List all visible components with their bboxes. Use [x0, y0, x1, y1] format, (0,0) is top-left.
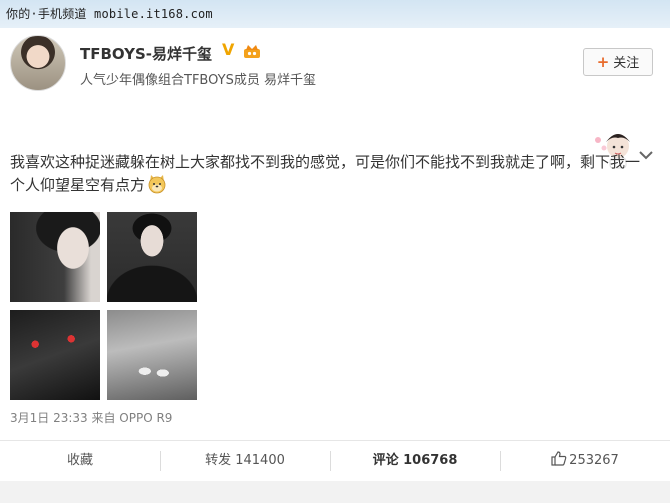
plus-icon: +: [596, 53, 610, 71]
like-count: 253267: [569, 453, 619, 468]
profile-bio: 人气少年偶像组合TFBOYS成员 易烊千玺: [80, 73, 316, 88]
watermark-text: 你的·手机频道 mobile.it168.com: [6, 7, 213, 21]
photo-thumbnail[interactable]: [10, 310, 100, 400]
profile-header: TFBOYS-易烊千玺 V 人气少年偶像组合TFBOYS成员 易烊千玺 + 关注: [0, 28, 670, 124]
avatar[interactable]: [10, 35, 66, 91]
comment-label: 评论 106768: [372, 453, 458, 468]
crown-icon: [244, 45, 260, 58]
favorite-button[interactable]: 收藏: [0, 441, 160, 481]
follow-label: 关注: [613, 56, 640, 71]
doge-emoji-icon: [148, 175, 166, 194]
bottom-bar: [0, 481, 670, 503]
thumbs-up-icon: [551, 451, 567, 466]
chevron-down-icon[interactable]: [639, 150, 653, 160]
photo-thumbnail[interactable]: [107, 212, 197, 302]
verified-badge-icon: V: [222, 40, 235, 59]
comment-button[interactable]: 评论 106768: [330, 441, 500, 481]
post-body: 我喜欢这种捉迷藏躲在树上大家都找不到我的感觉，可是你们不能找不到我就走了啊，剩下…: [10, 153, 641, 194]
like-button[interactable]: 253267: [500, 441, 670, 481]
photo-thumbnail[interactable]: [107, 310, 197, 400]
follow-button[interactable]: + 关注: [583, 48, 653, 76]
repost-label: 转发 141400: [205, 453, 285, 468]
photo-thumbnail[interactable]: [10, 212, 100, 302]
post-meta[interactable]: 3月1日 23:33 来自 OPPO R9: [10, 409, 172, 426]
watermark-banner: 你的·手机频道 mobile.it168.com: [0, 0, 670, 28]
favorite-label: 收藏: [66, 453, 93, 468]
profile-username[interactable]: TFBOYS-易烊千玺: [80, 43, 212, 64]
post-text: 我喜欢这种捉迷藏躲在树上大家都找不到我的感觉，可是你们不能找不到我就走了啊，剩下…: [10, 151, 640, 197]
repost-button[interactable]: 转发 141400: [160, 441, 330, 481]
action-bar: 收藏 转发 141400 评论 106768 253267: [0, 441, 670, 481]
